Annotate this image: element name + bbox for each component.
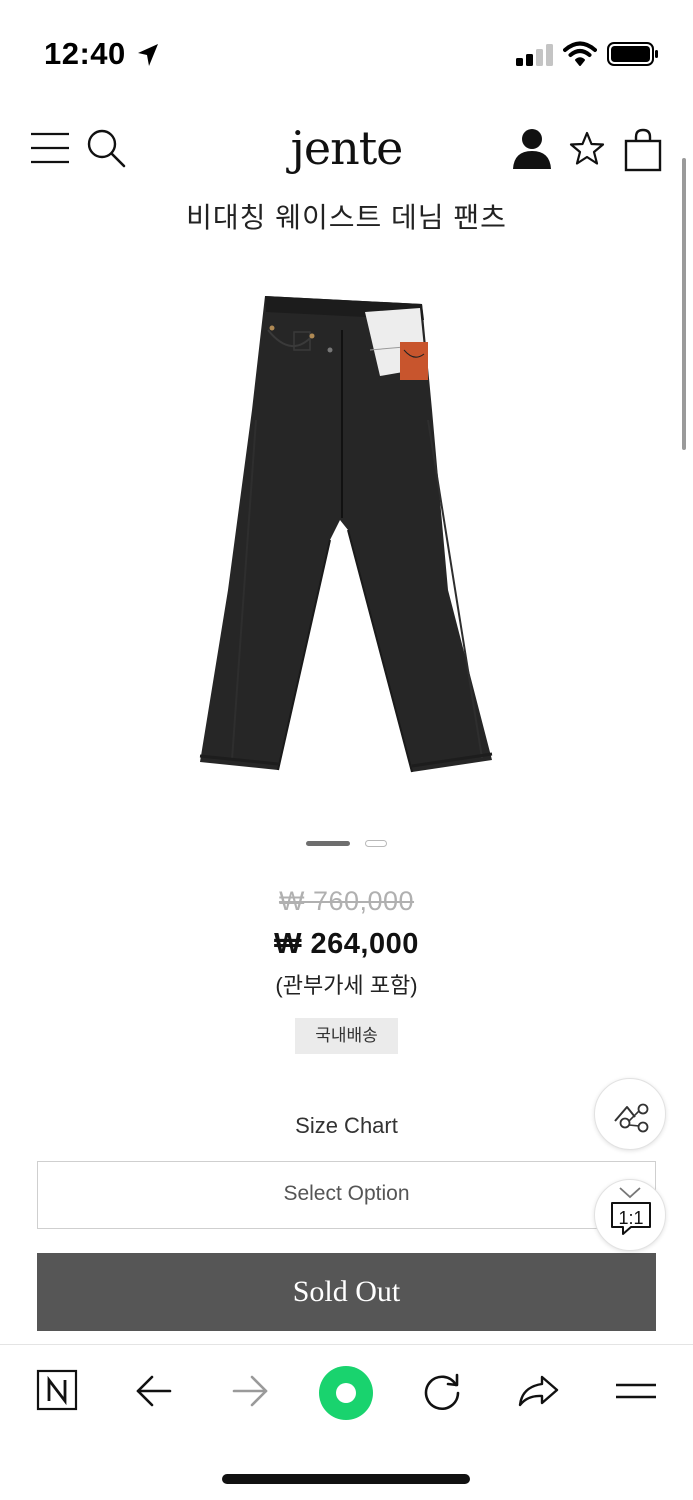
tax-note: (관부가세 포함) bbox=[275, 973, 418, 998]
star-icon[interactable] bbox=[568, 130, 606, 168]
chat-float-button[interactable]: 1:1 bbox=[594, 1179, 666, 1251]
green-dot-icon[interactable] bbox=[318, 1365, 374, 1421]
chat-label: 1:1 bbox=[618, 1208, 644, 1228]
menu-icon[interactable] bbox=[612, 1367, 660, 1415]
site-header: jente bbox=[0, 118, 693, 184]
shipping-badge: 국내배송 bbox=[295, 1018, 398, 1054]
naver-home-icon[interactable] bbox=[34, 1367, 82, 1415]
share-icon[interactable] bbox=[514, 1367, 562, 1415]
reload-icon[interactable] bbox=[418, 1367, 466, 1415]
shopping-bag-icon[interactable] bbox=[624, 128, 662, 172]
slide-dot[interactable] bbox=[365, 840, 387, 847]
image-slider-dots bbox=[0, 838, 693, 850]
share-icon bbox=[613, 1101, 651, 1140]
forward-icon[interactable] bbox=[226, 1367, 274, 1415]
home-indicator bbox=[222, 1474, 470, 1484]
slide-dot-active[interactable] bbox=[306, 841, 350, 846]
account-icon[interactable] bbox=[512, 128, 552, 170]
status-bar: 12:40 bbox=[0, 0, 693, 100]
sold-out-button[interactable]: Sold Out bbox=[37, 1253, 656, 1331]
product-title: 비대칭 웨이스트 데님 팬츠 bbox=[186, 202, 507, 233]
sale-price: ₩ 264,000 bbox=[274, 928, 419, 960]
scrollbar[interactable] bbox=[682, 158, 686, 450]
wifi-icon bbox=[563, 41, 597, 72]
location-arrow-icon bbox=[136, 42, 160, 73]
status-time: 12:40 bbox=[44, 36, 126, 71]
original-price: ₩ 760,000 bbox=[278, 886, 415, 916]
size-chart-link[interactable]: Size Chart bbox=[0, 1113, 693, 1139]
back-icon[interactable] bbox=[130, 1367, 178, 1415]
cellular-signal-icon bbox=[516, 44, 554, 71]
battery-icon bbox=[607, 42, 659, 71]
product-image[interactable] bbox=[190, 290, 500, 780]
browser-toolbar bbox=[0, 1344, 693, 1440]
share-float-button[interactable] bbox=[594, 1078, 666, 1150]
option-select[interactable]: Select Option bbox=[37, 1161, 656, 1229]
